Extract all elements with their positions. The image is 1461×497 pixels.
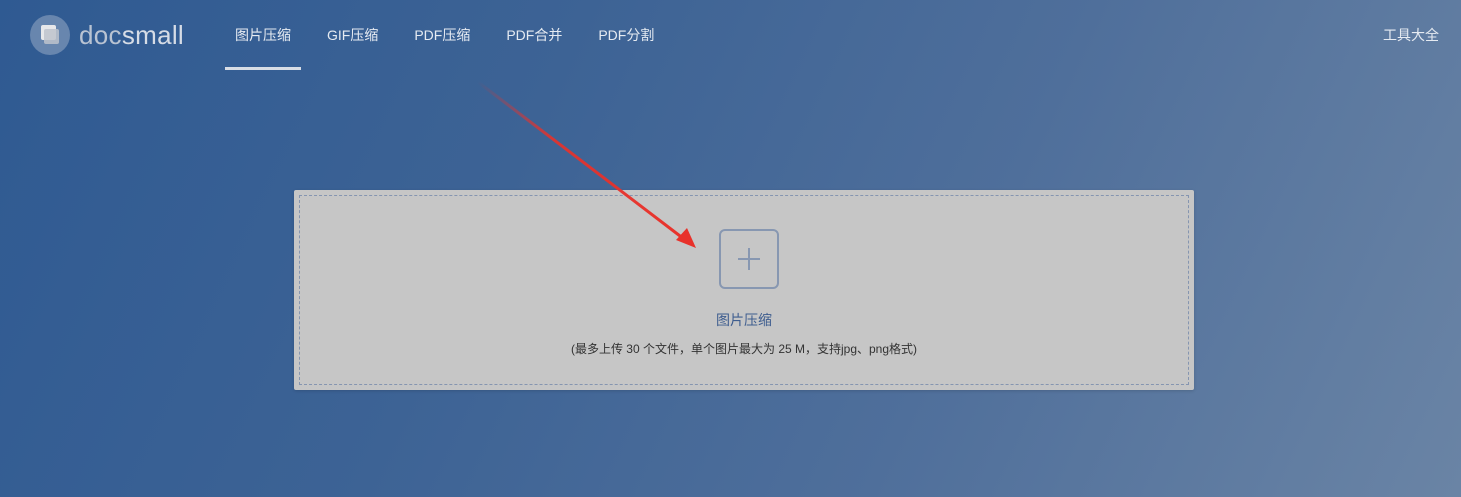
add-file-button[interactable] [719, 229, 779, 289]
nav-item-image-compress[interactable]: 图片压缩 [225, 0, 301, 70]
upload-hint: (最多上传 30 个文件，单个图片最大为 25 M，支持jpg、png格式) [570, 342, 918, 356]
nav-item-pdf-compress[interactable]: PDF压缩 [404, 0, 480, 70]
nav-item-pdf-split[interactable]: PDF分割 [588, 0, 664, 70]
top-header: docsmall 图片压缩 GIF压缩 PDF压缩 PDF合并 PDF分割 工具… [0, 0, 1461, 70]
upload-dropzone[interactable]: 图片压缩 (最多上传 30 个文件，单个图片最大为 25 M，支持jpg、png… [299, 195, 1189, 385]
tools-menu-link[interactable]: 工具大全 [1383, 25, 1439, 45]
logo-mark-icon [30, 15, 70, 55]
nav-item-pdf-merge[interactable]: PDF合并 [496, 0, 572, 70]
logo-text: docsmall [79, 20, 184, 51]
nav-item-gif-compress[interactable]: GIF压缩 [317, 0, 388, 70]
docsmall-logo[interactable]: docsmall [30, 14, 184, 56]
upload-panel: 图片压缩 (最多上传 30 个文件，单个图片最大为 25 M，支持jpg、png… [294, 190, 1194, 390]
plus-icon [738, 248, 760, 270]
logo-text-doc: doc [79, 19, 122, 50]
logo-text-small: small [121, 19, 184, 50]
main-nav: 图片压缩 GIF压缩 PDF压缩 PDF合并 PDF分割 [225, 0, 680, 70]
upload-title: 图片压缩 [716, 312, 772, 328]
